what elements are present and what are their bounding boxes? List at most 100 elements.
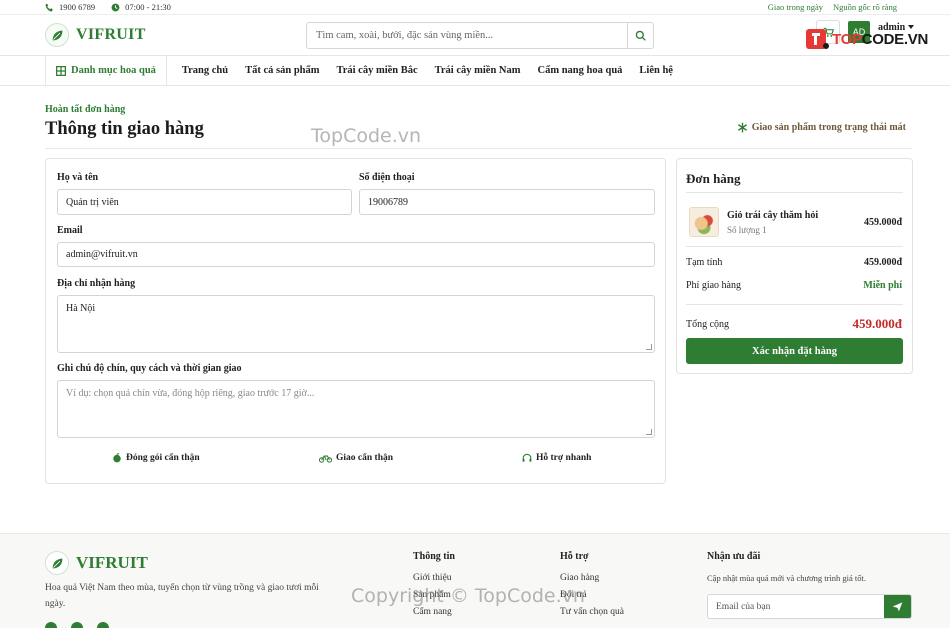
footer-link[interactable]: Giới thiệu: [413, 573, 455, 583]
perk-delivery: Giao cẩn thận: [319, 453, 393, 463]
page-title: Thông tin giao hàng: [45, 119, 204, 139]
category-menu-button[interactable]: Danh mục hoa quả: [45, 55, 167, 86]
product-thumbnail[interactable]: [689, 207, 719, 237]
divider: [686, 192, 903, 193]
shipping-form: Họ và tên Quản trị viên Số điện thoại 19…: [45, 158, 666, 484]
leaf-icon: [45, 551, 69, 575]
footer-brand-name: VIFRUIT: [76, 553, 148, 572]
item-price: 459.000đ: [863, 217, 902, 228]
snowflake-icon: [737, 122, 747, 133]
address-value: Hà Nội: [66, 303, 96, 314]
facebook-icon[interactable]: [45, 622, 57, 628]
category-menu-label: Danh mục hoa quả: [71, 65, 156, 76]
email-label: Email: [57, 225, 83, 236]
site-footer: VIFRUIT Hoa quả Việt Nam theo mùa, tuyển…: [0, 533, 950, 628]
divider: [45, 148, 912, 149]
confirm-order-button[interactable]: Xác nhận đặt hàng: [686, 338, 903, 364]
footer-link[interactable]: Cẩm nang: [413, 607, 455, 617]
footer-link[interactable]: Đổi trả: [560, 590, 624, 600]
send-icon: [892, 602, 903, 612]
breadcrumb[interactable]: Hoàn tất đơn hàng: [45, 104, 125, 115]
watermark-logo: TOPCODE.VN: [804, 27, 928, 51]
tiktok-icon[interactable]: [97, 622, 109, 628]
note-placeholder: Ví dụ: chọn quả chín vừa, đóng hộp riêng…: [66, 388, 315, 399]
topbar-link[interactable]: Nguồn gốc rõ ràng: [833, 2, 897, 12]
site-header: VIFRUIT AD admin TOPCODE.VN: [0, 14, 950, 56]
total-row: Tổng cộng 459.000đ: [686, 316, 902, 332]
shipping-label: Phí giao hàng: [686, 280, 741, 291]
opening-hours: 07:00 - 21:30: [111, 2, 171, 12]
leaf-icon: [45, 23, 69, 47]
search-button[interactable]: [627, 23, 653, 48]
footer-support-column: Hỗ trợ Giao hàng Đổi trả Tư vấn chọn quà: [560, 551, 624, 624]
instagram-icon[interactable]: [71, 622, 83, 628]
name-label: Họ và tên: [57, 172, 99, 183]
perk-support: Hỗ trợ nhanh: [522, 453, 591, 463]
search-bar: [306, 22, 654, 49]
phone-field[interactable]: 19006789: [359, 189, 655, 215]
nav-link-contact[interactable]: Liên hệ: [639, 65, 673, 76]
footer-support-heading: Hỗ trợ: [560, 551, 589, 562]
shipping-value: Miễn phí: [863, 280, 902, 291]
footer-info-column: Thông tin Giới thiệu Sản phẩm Cẩm nang: [413, 551, 455, 624]
site-logo[interactable]: VIFRUIT: [45, 23, 146, 47]
total-label: Tổng cộng: [686, 318, 730, 330]
email-field[interactable]: admin@vifruit.vn: [57, 242, 655, 267]
watermark-logo-suffix: CODE.VN: [861, 30, 929, 48]
clock-icon: [111, 3, 120, 11]
subscribe-description: Cập nhật mùa quả mới và chương trình giá…: [707, 573, 867, 583]
fresh-delivery-note: Giao sản phẩm trong trạng thái mát: [737, 122, 906, 133]
top-info-bar: 1900 6789 07:00 - 21:30 Giao trong ngày …: [0, 0, 950, 14]
name-field[interactable]: Quản trị viên: [57, 189, 352, 215]
nav-link-all-products[interactable]: Tất cả sản phẩm: [245, 65, 319, 76]
nav-link-home[interactable]: Trang chủ: [182, 65, 228, 76]
watermark-logo-prefix: TOP: [832, 30, 862, 48]
perk-packing: Đóng gói cẩn thận: [112, 453, 200, 463]
order-summary: Đơn hàng Giỏ trái cây thăm hỏi Số lượng …: [676, 158, 913, 374]
footer-logo[interactable]: VIFRUIT: [45, 551, 148, 575]
resize-handle[interactable]: [646, 344, 652, 350]
subscribe-email-input[interactable]: [708, 595, 884, 618]
footer-description: Hoa quả Việt Nam theo mùa, tuyển chọn từ…: [45, 583, 319, 609]
search-input[interactable]: [307, 23, 627, 48]
address-textarea[interactable]: Hà Nội: [57, 295, 655, 353]
watermark-center: TopCode.vn: [311, 125, 422, 147]
apple-icon: [113, 453, 121, 463]
nav-link-south[interactable]: Trái cây miền Nam: [435, 65, 521, 76]
shipping-row: Phí giao hàng Miễn phí: [686, 280, 902, 291]
divider: [686, 304, 903, 305]
item-name[interactable]: Giỏ trái cây thăm hỏi: [727, 210, 818, 221]
footer-link[interactable]: Giao hàng: [560, 573, 624, 583]
footer-link[interactable]: Sản phẩm: [413, 590, 455, 600]
subscribe-form: [707, 594, 912, 619]
bicycle-icon: [319, 455, 332, 463]
nav-link-north[interactable]: Trái cây miền Bắc: [337, 65, 418, 76]
grid-icon: [56, 65, 66, 76]
social-links: [45, 622, 109, 628]
search-icon: [635, 30, 646, 41]
brand-name: VIFRUIT: [76, 26, 146, 43]
address-label: Địa chỉ nhận hàng: [57, 278, 136, 289]
subtotal-label: Tạm tính: [686, 257, 723, 268]
total-value: 459.000đ: [852, 316, 902, 331]
nav-link-guide[interactable]: Cẩm nang hoa quả: [538, 65, 623, 76]
headset-icon: [522, 453, 532, 462]
subscribe-heading: Nhận ưu đãi: [707, 551, 761, 562]
divider: [686, 246, 903, 247]
footer-link[interactable]: Tư vấn chọn quà: [560, 607, 624, 617]
subscribe-button[interactable]: [884, 595, 911, 618]
topbar-link[interactable]: Giao trong ngày: [768, 2, 823, 12]
footer-subscribe-column: Nhận ưu đãi Cập nhật mùa quả mới và chươ…: [707, 551, 912, 619]
phone-icon: [45, 3, 53, 11]
note-textarea[interactable]: Ví dụ: chọn quả chín vừa, đóng hộp riêng…: [57, 380, 655, 438]
main-nav: Danh mục hoa quả Trang chủ Tất cả sản ph…: [0, 55, 950, 86]
order-title: Đơn hàng: [686, 171, 741, 186]
item-quantity: Số lượng 1: [727, 225, 767, 235]
footer-info-heading: Thông tin: [413, 551, 455, 562]
resize-handle[interactable]: [646, 429, 652, 435]
phone-label: Số điện thoại: [359, 172, 415, 183]
subtotal-row: Tạm tính 459.000đ: [686, 257, 902, 268]
subtotal-value: 459.000đ: [863, 257, 902, 268]
hotline[interactable]: 1900 6789: [45, 2, 95, 12]
watermark-logo-icon: [806, 29, 830, 49]
